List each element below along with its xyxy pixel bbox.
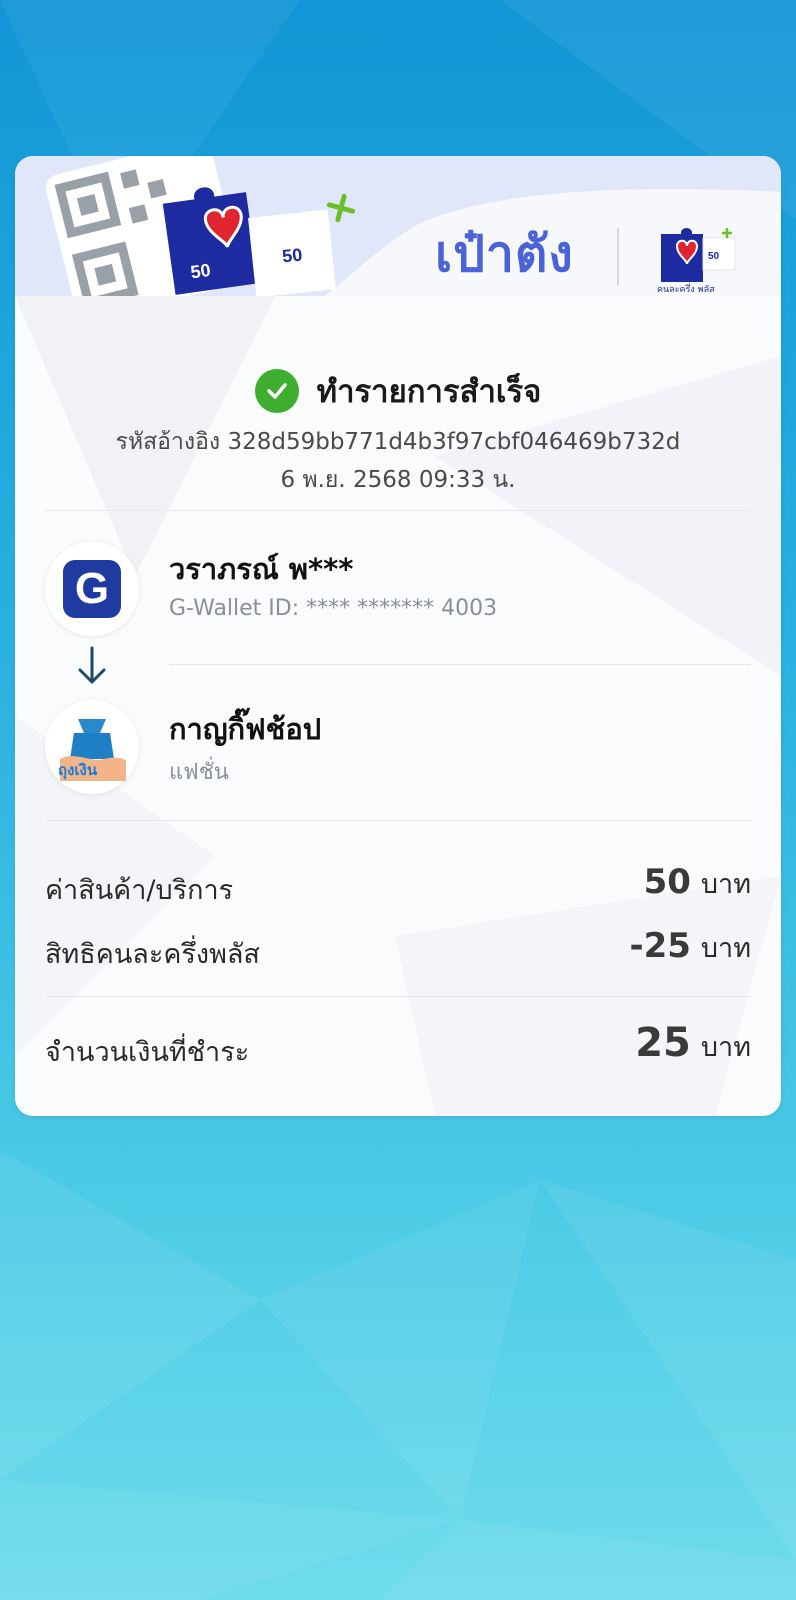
divider (45, 996, 751, 997)
svg-text:50: 50 (281, 245, 303, 267)
svg-text:ถุงเงิน: ถุงเงิน (58, 761, 98, 780)
total-label: จำนวนเงินที่ชำระ (45, 1037, 250, 1068)
header-divider (617, 228, 619, 286)
payee-avatar: ถุงเงิน (45, 700, 139, 794)
transaction-datetime: 6 พ.ย. 2568 09:33 น. (280, 467, 516, 493)
status-row: ทำรายการสำเร็จ (15, 366, 781, 416)
svg-text:คนละครึ่ง พลัส: คนละครึ่ง พลัส (657, 282, 715, 295)
divider (169, 664, 751, 665)
payer-wallet-id: G-Wallet ID: **** ******* 4003 (169, 596, 498, 621)
svg-text:50: 50 (189, 260, 212, 283)
price-label: ค่าสินค้า/บริการ (45, 875, 234, 906)
brand-title: เป๋าตัง (435, 225, 574, 283)
discount-amount: -25 บาท (629, 926, 751, 966)
puzzle-heart-icon: 50 คนละครึ่ง พลัส (657, 228, 736, 295)
payee-name: กาญกิ๊ฟช้อป (169, 712, 322, 746)
divider (45, 820, 751, 821)
payee-category: แฟชั่น (169, 760, 229, 785)
receipt-card: 50 50 เป๋าตัง 50 คนละครึ่ง พลัส ทำรายการ… (15, 156, 781, 1116)
puzzle-piece-icon: 50 (248, 209, 336, 296)
check-circle-icon (254, 369, 299, 413)
payer-avatar: G (45, 542, 139, 636)
arrow-down-icon (78, 646, 106, 684)
g-wallet-icon: G (63, 560, 121, 618)
divider (45, 510, 751, 511)
total-amount: 25 บาท (635, 1020, 751, 1066)
money-bag-icon: ถุงเงิน (58, 719, 126, 781)
discount-label: สิทธิคนละครึ่งพลัส (45, 939, 260, 970)
program-logo: 50 คนละครึ่ง พลัส (655, 224, 745, 296)
svg-text:50: 50 (708, 251, 720, 262)
payer-name: วราภรณ์ พ*** (169, 552, 354, 586)
price-amount: 50 บาท (643, 862, 751, 902)
reference-code: รหัสอ้างอิง 328d59bb771d4b3f97cbf046469b… (115, 429, 681, 455)
status-text: ทำรายการสำเร็จ (316, 374, 542, 410)
